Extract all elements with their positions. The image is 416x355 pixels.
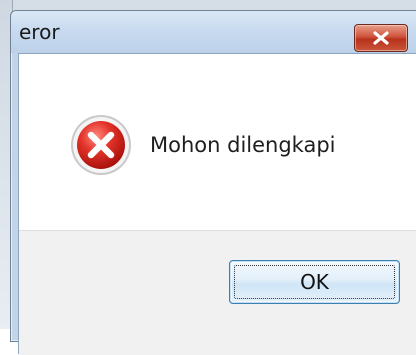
button-area: OK — [19, 230, 416, 355]
error-icon — [69, 113, 133, 177]
close-button[interactable] — [354, 24, 408, 52]
dialog-message: Mohon dilengkapi — [150, 133, 336, 157]
close-icon — [372, 31, 390, 45]
error-dialog: eror Mohon dilengkapi OK — [10, 10, 416, 355]
message-area: Mohon dilengkapi — [19, 54, 416, 230]
ok-button[interactable]: OK — [229, 260, 400, 304]
ok-button-label: OK — [300, 270, 329, 294]
dialog-content: Mohon dilengkapi OK — [18, 53, 416, 355]
dialog-title: eror — [19, 20, 60, 44]
dialog-titlebar[interactable]: eror — [11, 11, 416, 53]
